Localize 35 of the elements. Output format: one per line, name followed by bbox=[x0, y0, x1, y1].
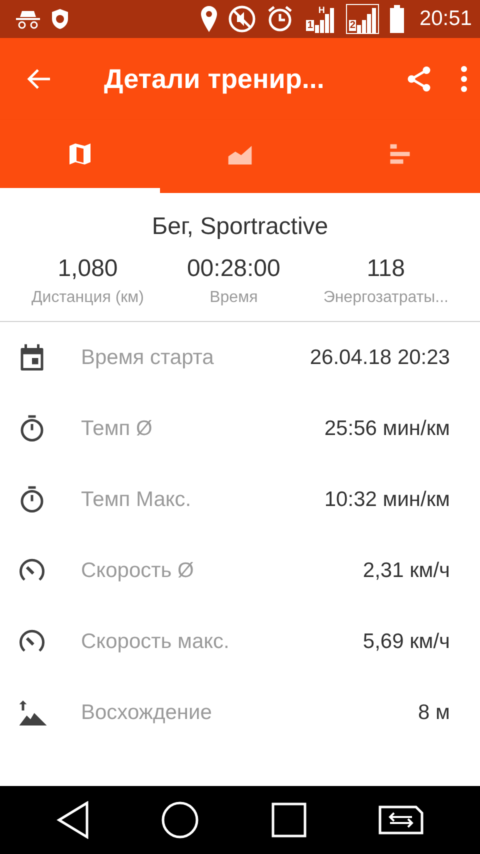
detail-value: 5,69 км/ч bbox=[362, 630, 450, 654]
detail-label: Восхождение bbox=[81, 700, 213, 724]
mute-icon bbox=[228, 5, 256, 33]
detail-value: 8 м bbox=[418, 700, 450, 724]
stat-value: 118 bbox=[366, 255, 406, 283]
incognito-icon bbox=[16, 9, 40, 29]
recents-icon[interactable] bbox=[270, 802, 307, 838]
detail-value: 25:56 мин/км bbox=[324, 416, 450, 440]
detail-value: 26.04.18 20:23 bbox=[310, 346, 450, 370]
back-icon[interactable] bbox=[56, 801, 90, 839]
detail-label: Скорость Ø bbox=[81, 558, 195, 582]
shield-icon bbox=[50, 8, 70, 30]
stat-value: 00:28:00 bbox=[186, 255, 280, 283]
stat-value: 1,080 bbox=[58, 255, 118, 283]
detail-value: 10:32 мин/км bbox=[324, 488, 450, 512]
home-icon[interactable] bbox=[161, 801, 200, 839]
mountain-climb-icon bbox=[17, 698, 49, 728]
signal-icon: 2 bbox=[346, 4, 380, 34]
detail-label: Темп Макс. bbox=[81, 488, 192, 512]
battery-icon bbox=[389, 5, 406, 33]
alarm-clock-icon bbox=[266, 5, 294, 33]
stat-label: Время bbox=[210, 289, 258, 307]
stat-label: Дистанция (км) bbox=[31, 289, 144, 307]
stat-label: Энергозатраты... bbox=[323, 289, 448, 307]
back-arrow-icon[interactable] bbox=[26, 67, 52, 91]
clock-time: 20:51 bbox=[419, 7, 472, 31]
more-menu-icon[interactable] bbox=[460, 66, 468, 92]
sim-switch-icon[interactable] bbox=[378, 805, 424, 835]
location-pin-icon bbox=[200, 6, 218, 32]
activity-title: Бег, Sportractive bbox=[150, 213, 330, 241]
detail-label: Темп Ø bbox=[81, 416, 154, 440]
screen-title: Детали тренир... bbox=[104, 64, 326, 94]
detail-label: Время старта bbox=[81, 346, 215, 370]
detail-label: Скорость макс. bbox=[81, 630, 230, 654]
detail-value: 2,31 км/ч bbox=[362, 558, 450, 582]
